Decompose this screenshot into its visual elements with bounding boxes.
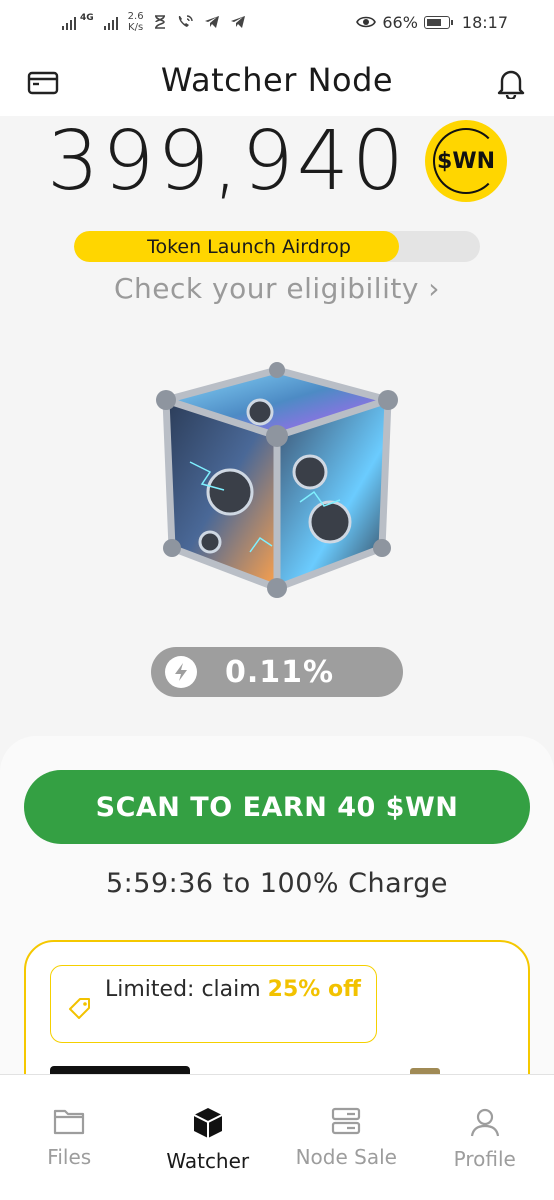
wn-coin-icon: $WN — [425, 120, 508, 202]
charge-indicator: 0.11% — [151, 647, 403, 697]
watcher-cube-image — [150, 352, 404, 606]
bolt-icon — [165, 656, 197, 688]
net-speed-value: 2.6 — [127, 11, 144, 22]
hourglass-icon — [154, 15, 165, 29]
net-speed-unit: K/s — [128, 22, 144, 33]
network-type: 4G — [80, 13, 94, 23]
status-right: 66% 18:17 — [356, 13, 508, 32]
nav-item-files[interactable]: Files — [0, 1075, 139, 1200]
nav-label: Files — [47, 1145, 92, 1169]
signal-icon — [62, 14, 76, 30]
nav-item-profile[interactable]: Profile — [416, 1075, 554, 1200]
eligibility-text: Check your eligibility — [114, 272, 419, 305]
cube-icon — [193, 1108, 223, 1138]
promo-prefix: Limited: claim — [105, 977, 268, 1002]
wifi-call-icon — [178, 15, 193, 27]
telegram-icon-2 — [230, 16, 245, 28]
page-title: Watcher Node — [160, 61, 394, 99]
signal-icon-2 — [103, 14, 118, 30]
bell-icon[interactable] — [494, 66, 528, 100]
person-icon — [470, 1108, 499, 1137]
bottom-nav: Files Watcher Node Sale Profile — [0, 1074, 554, 1200]
scan-to-earn-button[interactable]: SCAN TO EARN 40 $WN — [24, 770, 530, 844]
app-header: Watcher Node — [0, 44, 554, 116]
promo-highlight: 25% off — [267, 977, 361, 1002]
status-left: 4G 2.6 K/s — [62, 11, 246, 33]
nav-item-watcher[interactable]: Watcher — [139, 1075, 278, 1200]
promo-text: Limited: claim 25% off — [105, 974, 361, 1005]
wallet-icon[interactable] — [26, 66, 60, 100]
eye-icon — [356, 16, 377, 28]
balance-row: 399,940 $WN — [0, 113, 554, 209]
token-symbol: $WN — [437, 148, 496, 174]
battery-percent: 66% — [382, 12, 418, 32]
airdrop-label: Token Launch Airdrop — [147, 235, 351, 258]
status-bar: 4G 2.6 K/s 66% 18:17 — [0, 0, 554, 44]
airdrop-progress-bar[interactable]: Token Launch Airdrop — [74, 231, 480, 262]
nav-item-node-sale[interactable]: Node Sale — [277, 1075, 416, 1200]
balance-amount: 399,940 — [46, 113, 408, 209]
clock: 18:17 — [461, 12, 508, 32]
charge-countdown: 5:59:36 to 100% Charge — [105, 868, 448, 899]
net-speed: 2.6 K/s — [128, 11, 144, 33]
server-icon — [332, 1107, 361, 1135]
telegram-icon — [204, 16, 219, 28]
charge-value: 0.11% — [225, 654, 335, 690]
limited-offer-badge[interactable]: Limited: claim 25% off — [50, 965, 377, 1043]
nav-label: Node Sale — [295, 1145, 397, 1169]
nav-label: Watcher — [166, 1149, 250, 1173]
check-eligibility-link[interactable]: Check your eligibility › — [0, 272, 554, 305]
card-title-peek — [50, 1066, 190, 1074]
chevron-right-icon: › — [428, 272, 440, 305]
nav-label: Profile — [453, 1147, 516, 1171]
folder-icon — [54, 1109, 85, 1135]
battery-icon — [423, 15, 453, 29]
tag-icon — [67, 996, 93, 1026]
